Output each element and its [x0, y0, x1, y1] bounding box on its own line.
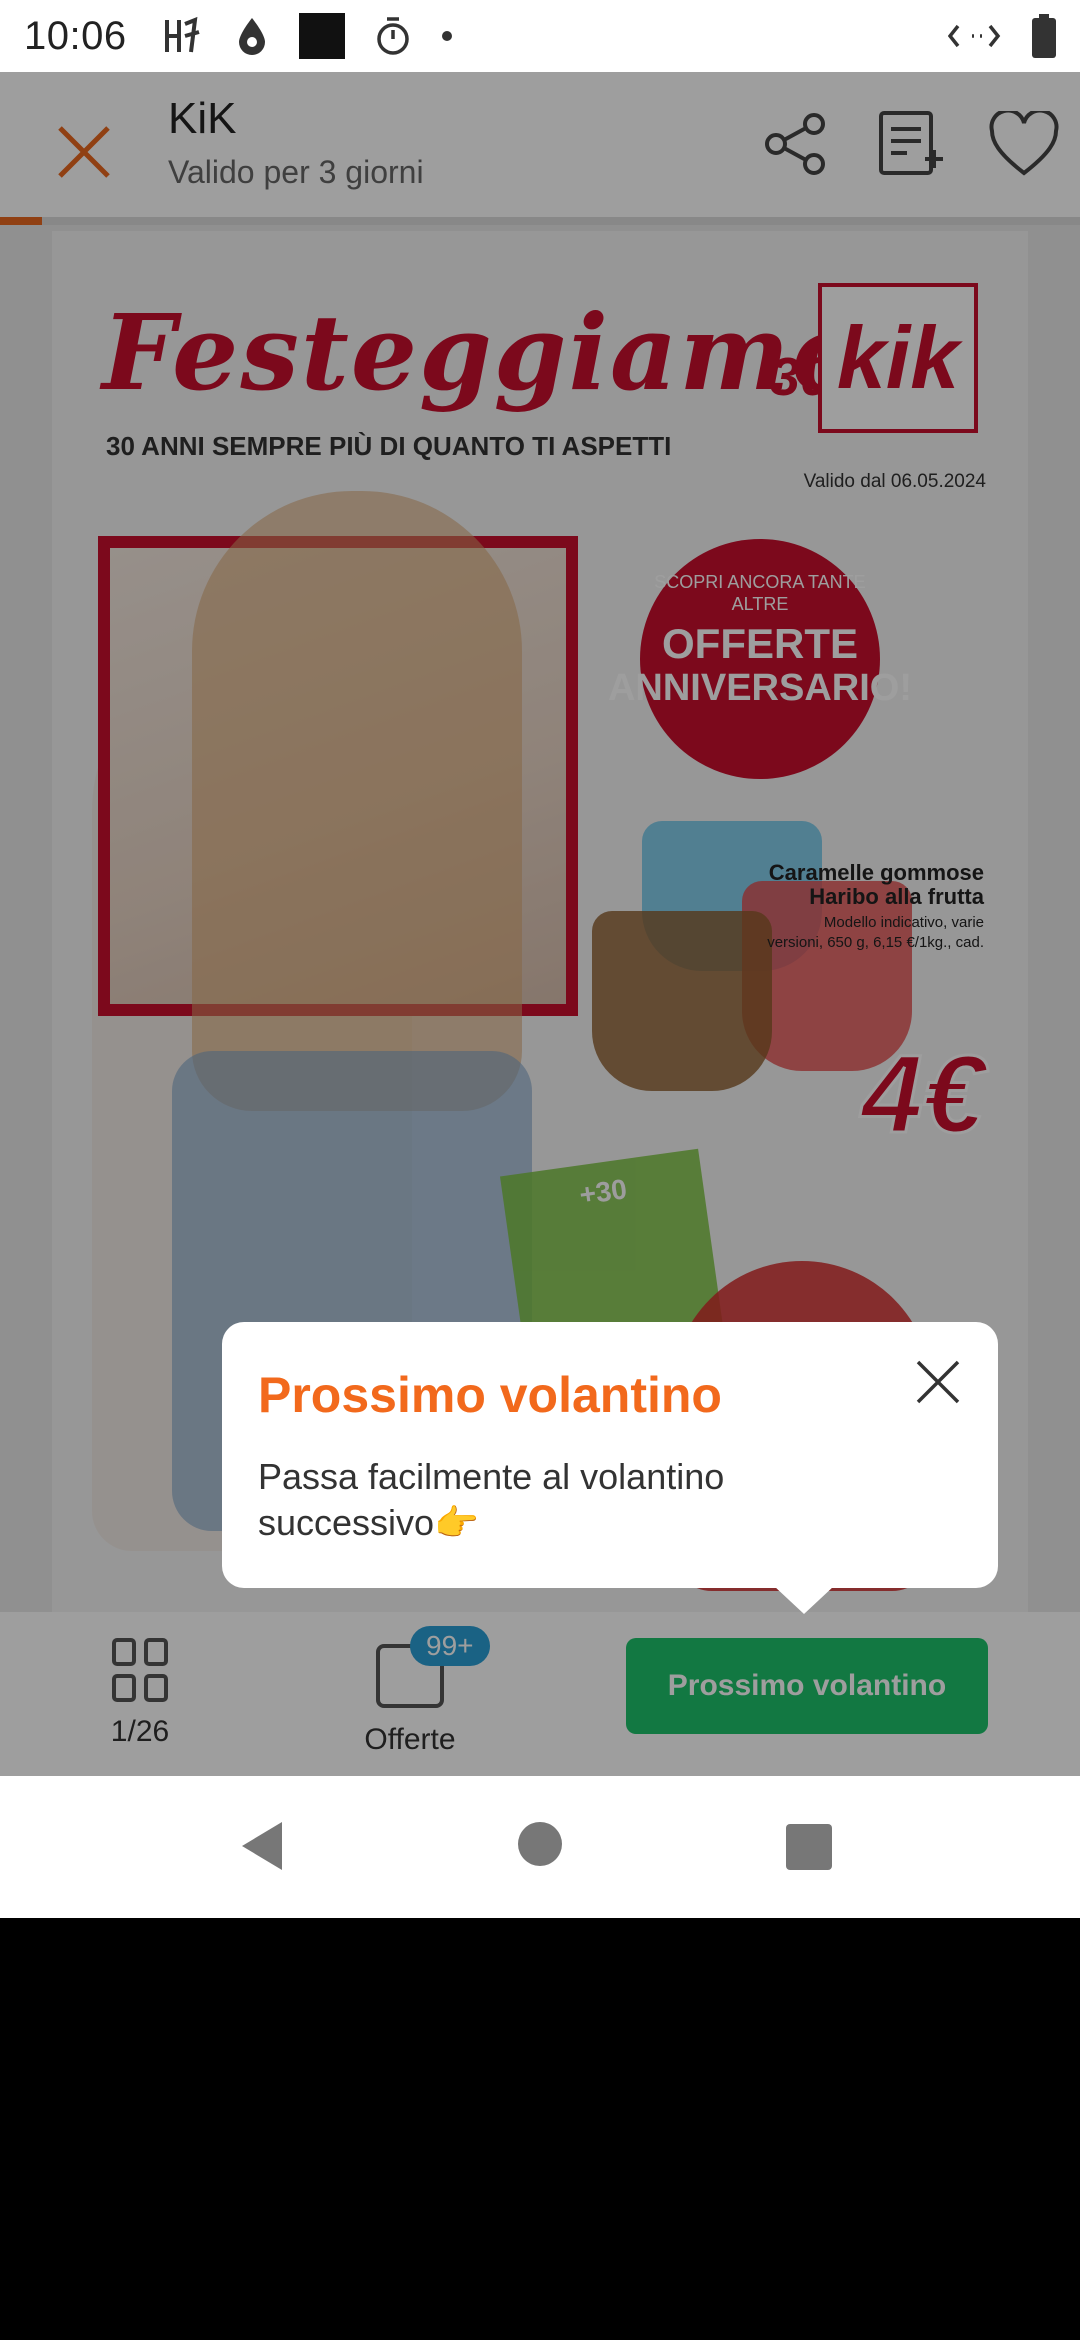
- battery-icon: [1032, 14, 1056, 58]
- back-icon[interactable]: [238, 1820, 286, 1877]
- tooltip-body: Passa facilmente al volantino successivo…: [258, 1456, 725, 1543]
- system-nav-bar: [0, 1776, 1080, 1918]
- tooltip-title: Prossimo volantino: [258, 1367, 722, 1423]
- water-drop-icon: [235, 16, 269, 56]
- recents-icon[interactable]: [786, 1824, 832, 1870]
- next-flyer-tooltip: Prossimo volantino Passa facilmente al v…: [222, 1322, 998, 1614]
- data-saver-icon: [948, 20, 1002, 52]
- square-icon: [298, 13, 345, 59]
- screen: 10:06 KiK Valido per 3 giorni Festeggiam…: [0, 0, 1080, 2340]
- dot-icon: [441, 30, 453, 42]
- status-time: 10:06: [24, 13, 127, 58]
- harry-potter-icon: [161, 16, 205, 56]
- close-icon[interactable]: [914, 1358, 962, 1406]
- status-bar: 10:06: [0, 0, 1080, 72]
- status-right: [948, 14, 1056, 58]
- timer-icon: [375, 16, 411, 56]
- home-icon[interactable]: [518, 1822, 562, 1866]
